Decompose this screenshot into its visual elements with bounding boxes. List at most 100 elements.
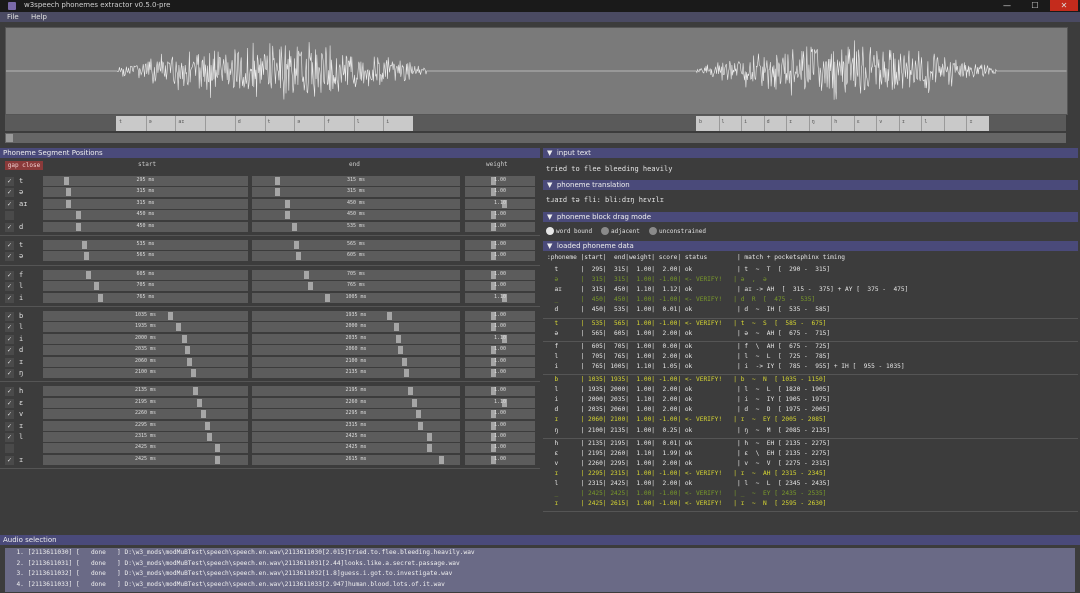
segment-checkbox[interactable]: ✓ [5, 252, 14, 262]
segment-checkbox[interactable]: ✓ [5, 312, 14, 321]
weight-slider[interactable]: 1.00 [465, 345, 535, 356]
segment-checkbox[interactable]: ✓ [5, 357, 14, 367]
audio-row[interactable]: 2. [2113611031] [ done ] D:\w3_mods\modM… [9, 560, 459, 570]
weight-slider[interactable]: 1.00 [465, 356, 535, 367]
weight-slider[interactable]: 1.00 [465, 221, 535, 232]
start-slider[interactable]: 2260 ms [43, 409, 248, 420]
end-slider[interactable]: 2425 ms [252, 432, 460, 442]
weight-slider[interactable]: 1.10 [465, 333, 535, 344]
segment-checkbox[interactable]: ✓ [5, 421, 14, 431]
start-slider[interactable]: 2425 ms [43, 443, 248, 454]
start-slider[interactable]: 765 ms [43, 292, 248, 303]
end-slider[interactable]: 765 ms [252, 281, 460, 292]
segment-checkbox[interactable] [5, 211, 14, 221]
end-slider[interactable]: 2060 ms [252, 345, 460, 356]
weight-slider[interactable]: 1.00 [465, 443, 535, 454]
segment-checkbox[interactable]: ✓ [5, 282, 14, 292]
segment-checkbox[interactable]: ✓ [5, 188, 14, 198]
weight-slider[interactable]: 1.00 [465, 311, 535, 321]
start-slider[interactable]: 1935 ms [43, 322, 248, 333]
weight-slider[interactable]: 1.00 [465, 176, 535, 186]
radio-unconstrained[interactable]: unconstrained [649, 227, 706, 235]
start-slider[interactable]: 2100 ms [43, 368, 248, 378]
start-slider[interactable]: 2295 ms [43, 420, 248, 431]
phoneme-block-group-right[interactable]: blidɪŋhɛvɪlɪ [696, 116, 989, 131]
weight-slider[interactable]: 1.10 [465, 292, 535, 303]
start-slider[interactable]: 535 ms [43, 240, 248, 250]
start-slider[interactable]: 2195 ms [43, 397, 248, 408]
weight-slider[interactable]: 1.00 [465, 409, 535, 420]
end-slider[interactable]: 2100 ms [252, 356, 460, 367]
weight-slider[interactable]: 1.00 [465, 420, 535, 431]
segment-checkbox[interactable]: ✓ [5, 369, 14, 378]
radio-word-bound[interactable]: word bound [546, 227, 592, 235]
maximize-button[interactable]: ☐ [1022, 0, 1048, 11]
weight-slider[interactable]: 1.00 [465, 240, 535, 250]
end-slider[interactable]: 2195 ms [252, 386, 460, 397]
weight-slider[interactable]: 1.00 [465, 251, 535, 262]
end-slider[interactable]: 565 ms [252, 240, 460, 250]
weight-slider[interactable]: 1.00 [465, 386, 535, 397]
weight-slider[interactable]: 1.00 [465, 187, 535, 198]
segment-checkbox[interactable]: ✓ [5, 433, 14, 442]
segment-checkbox[interactable]: ✓ [5, 387, 14, 397]
gap-close-button[interactable]: gap close [5, 161, 43, 170]
end-slider[interactable]: 315 ms [252, 176, 460, 186]
weight-slider[interactable]: 1.00 [465, 432, 535, 442]
start-slider[interactable]: 2035 ms [43, 345, 248, 356]
segment-checkbox[interactable]: ✓ [5, 334, 14, 344]
end-slider[interactable]: 1005 ms [252, 292, 460, 303]
segment-checkbox[interactable] [5, 444, 14, 454]
segment-checkbox[interactable]: ✓ [5, 398, 14, 408]
segments-header[interactable]: Phoneme Segment Positions [0, 148, 540, 158]
scrollbar-thumb[interactable] [6, 134, 13, 142]
end-slider[interactable]: 450 ms [252, 198, 460, 209]
segment-checkbox[interactable]: ✓ [5, 323, 14, 333]
segment-checkbox[interactable]: ✓ [5, 222, 14, 232]
segment-checkbox[interactable]: ✓ [5, 293, 14, 303]
start-slider[interactable]: 450 ms [43, 210, 248, 221]
menu-file[interactable]: File [7, 13, 19, 21]
audio-row[interactable]: 3. [2113611032] [ done ] D:\w3_mods\modM… [9, 570, 452, 580]
start-slider[interactable]: 2135 ms [43, 386, 248, 397]
end-slider[interactable]: 2295 ms [252, 409, 460, 420]
audio-row[interactable]: 4. [2113611033] [ done ] D:\w3_mods\modM… [9, 581, 444, 591]
radio-adjacent[interactable]: adjacent [601, 227, 640, 235]
start-slider[interactable]: 315 ms [43, 198, 248, 209]
end-slider[interactable]: 2615 ms [252, 454, 460, 465]
weight-slider[interactable]: 1.00 [465, 210, 535, 221]
audio-selection-header[interactable]: Audio selection [0, 535, 1080, 545]
end-slider[interactable]: 2035 ms [252, 333, 460, 344]
end-slider[interactable]: 2260 ms [252, 397, 460, 408]
end-slider[interactable]: 2315 ms [252, 420, 460, 431]
drag-mode-header[interactable]: ▼ phoneme block drag mode [543, 212, 1078, 222]
start-slider[interactable]: 315 ms [43, 187, 248, 198]
end-slider[interactable]: 535 ms [252, 221, 460, 232]
phoneme-block-group-left[interactable]: t ə aɪ d t ə f l i [116, 116, 413, 131]
weight-slider[interactable]: 1.00 [465, 368, 535, 378]
weight-slider[interactable]: 1.00 [465, 269, 535, 280]
end-slider[interactable]: 450 ms [252, 210, 460, 221]
translation-header[interactable]: ▼ phoneme translation [543, 180, 1078, 190]
segment-checkbox[interactable]: ✓ [5, 410, 14, 420]
weight-slider[interactable]: 1.10 [465, 397, 535, 408]
start-slider[interactable]: 2000 ms [43, 333, 248, 344]
segment-checkbox[interactable]: ✓ [5, 346, 14, 356]
timeline-scrollbar[interactable] [5, 133, 1066, 143]
start-slider[interactable]: 565 ms [43, 251, 248, 262]
audio-row[interactable]: 1. [2113611030] [ done ] D:\w3_mods\modM… [9, 549, 474, 559]
end-slider[interactable]: 2135 ms [252, 368, 460, 378]
weight-slider[interactable]: 1.00 [465, 281, 535, 292]
weight-slider[interactable]: 1.00 [465, 454, 535, 465]
input-text-header[interactable]: ▼ input text [543, 148, 1078, 158]
start-slider[interactable]: 605 ms [43, 269, 248, 280]
segment-checkbox[interactable]: ✓ [5, 177, 14, 186]
end-slider[interactable]: 2425 ms [252, 443, 460, 454]
end-slider[interactable]: 705 ms [252, 269, 460, 280]
start-slider[interactable]: 2315 ms [43, 432, 248, 442]
minimize-button[interactable]: — [994, 0, 1020, 11]
segment-checkbox[interactable]: ✓ [5, 199, 14, 209]
segment-checkbox[interactable]: ✓ [5, 241, 14, 250]
start-slider[interactable]: 2425 ms [43, 454, 248, 465]
segment-checkbox[interactable]: ✓ [5, 455, 14, 465]
